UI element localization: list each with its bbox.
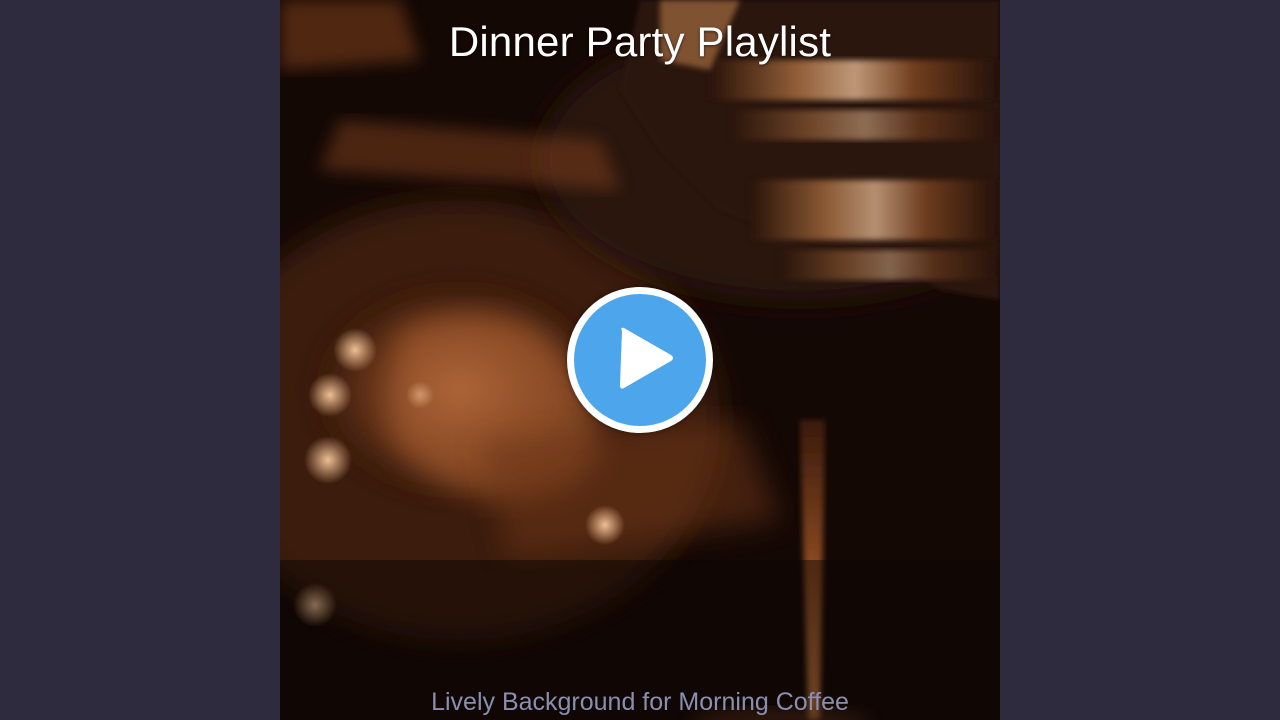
video-subtitle: Lively Background for Morning Coffee	[431, 688, 849, 716]
play-icon	[620, 327, 673, 389]
video-player[interactable]: Dinner Party Playlist Lively Background …	[0, 0, 1280, 720]
video-title: Dinner Party Playlist	[448, 18, 832, 65]
play-button[interactable]	[567, 287, 713, 433]
